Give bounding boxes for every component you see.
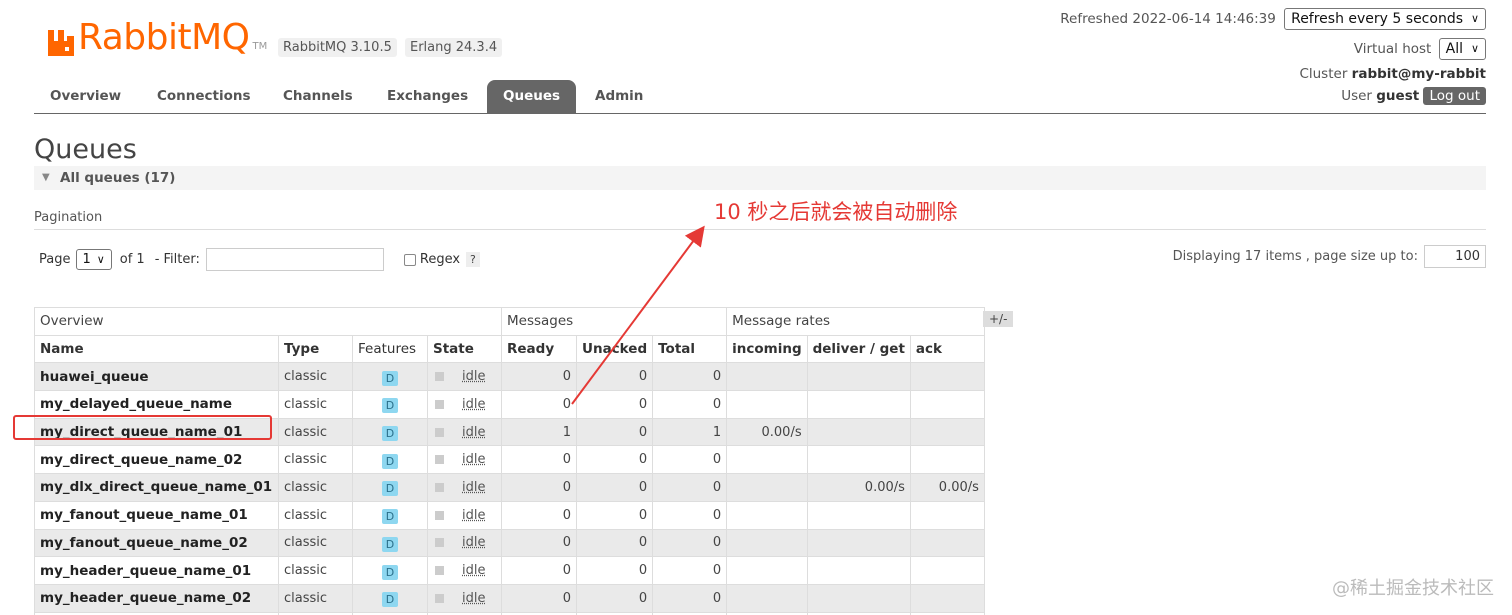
watermark: @稀土掘金技术社区 bbox=[1332, 578, 1494, 599]
annotation-text: 10 秒之后就会被自动删除 bbox=[714, 200, 958, 224]
annotation-arrow bbox=[571, 225, 705, 405]
